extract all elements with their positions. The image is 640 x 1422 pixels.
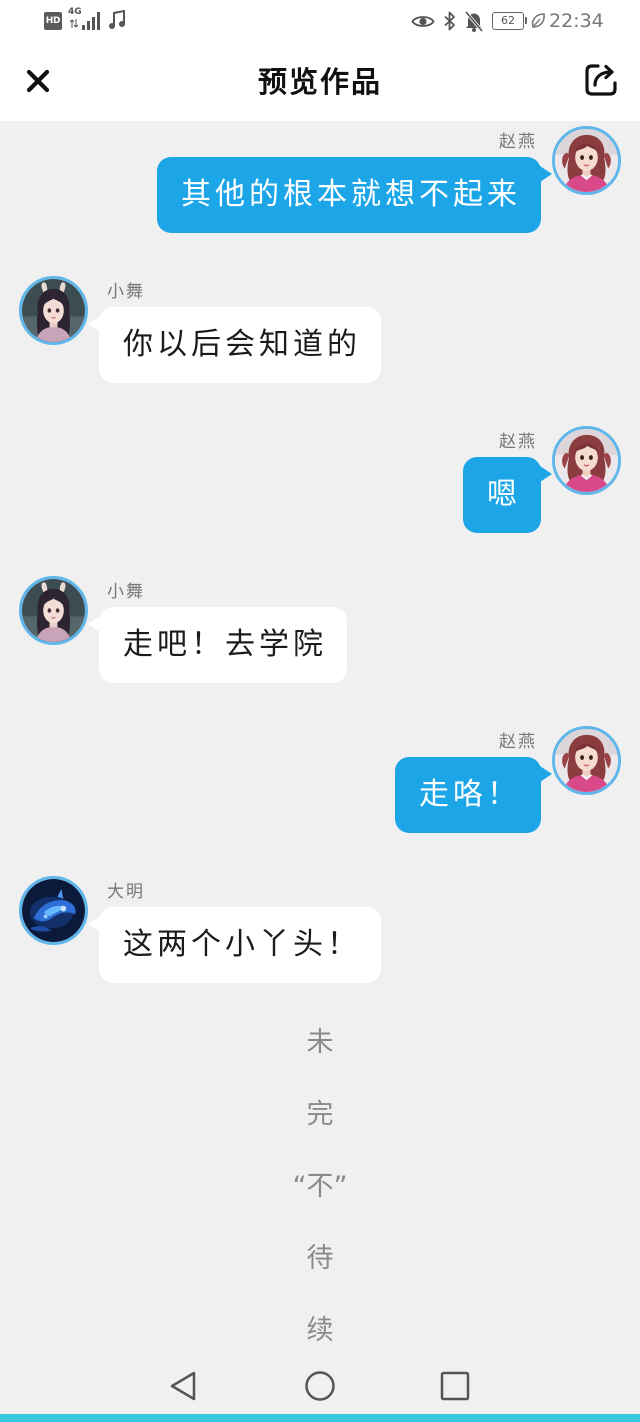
bottom-accent-strip bbox=[0, 1414, 640, 1422]
avatar-image bbox=[555, 429, 618, 492]
ending-char: 完 bbox=[306, 1099, 334, 1130]
sender-name: 小舞 bbox=[107, 282, 145, 302]
zhao-yan-avatar bbox=[552, 126, 621, 195]
message-row: 赵燕 其他的根本就想不起来 bbox=[0, 125, 640, 275]
message-bubble: 你以后会知道的 bbox=[88, 307, 381, 383]
avatar-image bbox=[22, 279, 85, 342]
avatar-image bbox=[555, 729, 618, 792]
avatar-image bbox=[22, 579, 85, 642]
ending-char: 待 bbox=[306, 1243, 334, 1274]
ending-char: 续 bbox=[306, 1315, 334, 1346]
back-icon bbox=[170, 1371, 196, 1401]
zhao-yan-avatar bbox=[552, 726, 621, 795]
ending-text: 未 完 “不” 待 续 bbox=[0, 1007, 640, 1367]
page-title: 预览作品 bbox=[257, 65, 382, 99]
message-row: 赵燕 嗯 bbox=[0, 425, 640, 575]
battery-icon: 62 bbox=[492, 12, 524, 30]
signal-icon bbox=[82, 12, 100, 30]
message-row: 大明 这两个小丫头！ bbox=[0, 875, 640, 1025]
sender-name: 赵燕 bbox=[499, 132, 537, 152]
xiao-wu-avatar bbox=[19, 576, 88, 645]
status-time: 22:34 bbox=[549, 10, 604, 32]
hd-icon: HD bbox=[44, 12, 62, 30]
message-row: 小舞 你以后会知道的 bbox=[0, 275, 640, 425]
bell-off-icon bbox=[464, 10, 484, 32]
recents-button[interactable] bbox=[439, 1370, 471, 1402]
top-bar: HD 4G 62 22:34 预览作品 bbox=[0, 0, 640, 121]
network-type-label: 4G bbox=[68, 7, 82, 17]
data-arrows-icon bbox=[69, 19, 79, 28]
message-bubble: 走咯！ bbox=[395, 757, 552, 833]
close-button[interactable] bbox=[22, 65, 54, 97]
home-button[interactable] bbox=[304, 1370, 336, 1402]
sender-name: 小舞 bbox=[107, 582, 145, 602]
share-icon bbox=[585, 64, 617, 96]
recents-icon bbox=[440, 1371, 470, 1401]
message-list: 赵燕 其他的根本就想不起来 小舞 你以后会知道的 赵燕 嗯 小舞 走吧！去学院 bbox=[0, 125, 640, 1025]
message-bubble: 其他的根本就想不起来 bbox=[157, 157, 552, 233]
avatar-image bbox=[22, 879, 85, 942]
back-button[interactable] bbox=[168, 1370, 200, 1402]
ending-char: “不” bbox=[292, 1171, 348, 1202]
sender-name: 大明 bbox=[107, 882, 145, 902]
battery-nub bbox=[525, 17, 527, 24]
eye-icon bbox=[411, 16, 435, 27]
message-bubble: 走吧！去学院 bbox=[88, 607, 347, 683]
sender-name: 赵燕 bbox=[499, 732, 537, 752]
share-button[interactable] bbox=[582, 61, 620, 99]
ending-char: 未 bbox=[306, 1027, 334, 1058]
bluetooth-icon bbox=[444, 11, 455, 31]
music-note-icon bbox=[109, 10, 125, 29]
leaf-icon bbox=[531, 13, 545, 28]
da-ming-avatar bbox=[19, 876, 88, 945]
message-bubble: 这两个小丫头！ bbox=[88, 907, 381, 983]
xiao-wu-avatar bbox=[19, 276, 88, 345]
message-bubble: 嗯 bbox=[463, 457, 552, 533]
message-row: 赵燕 走咯！ bbox=[0, 725, 640, 875]
zhao-yan-avatar bbox=[552, 426, 621, 495]
avatar-image bbox=[555, 129, 618, 192]
message-row: 小舞 走吧！去学院 bbox=[0, 575, 640, 725]
home-icon bbox=[305, 1371, 335, 1401]
sender-name: 赵燕 bbox=[499, 432, 537, 452]
close-icon bbox=[26, 69, 50, 93]
